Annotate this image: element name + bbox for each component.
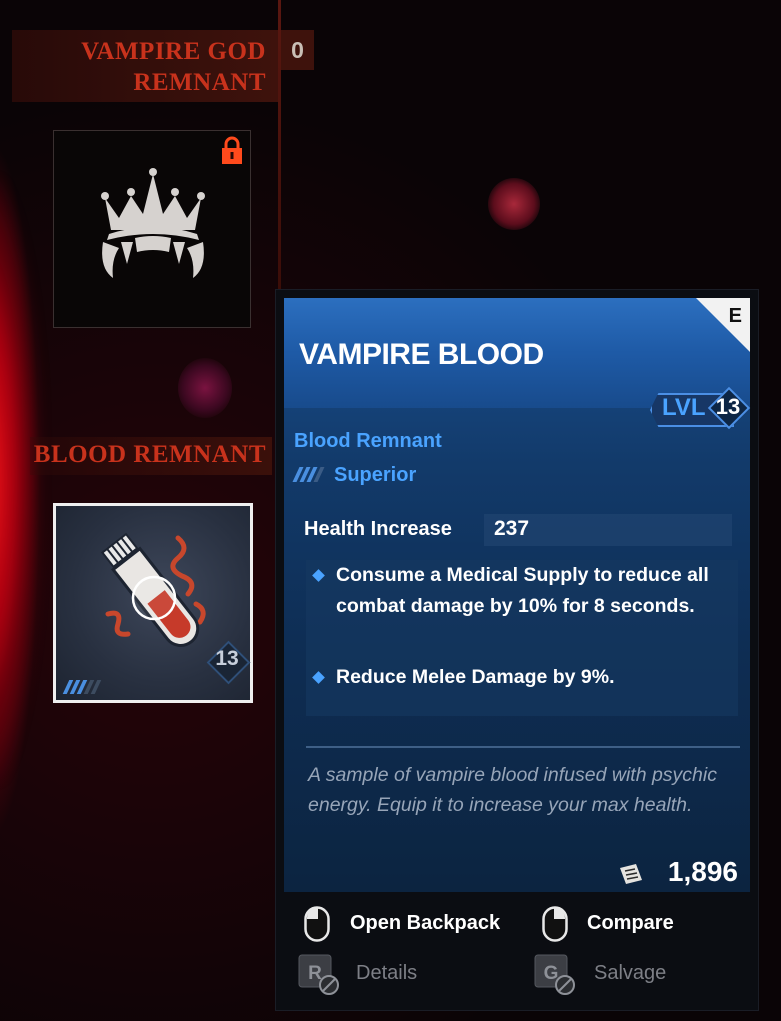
salvage-button[interactable]: Salvage — [594, 962, 666, 985]
blood-remnant-header: BLOOD REMNANT — [30, 437, 272, 475]
rarity-label: Superior — [334, 464, 417, 486]
item-name: VAMPIRE BLOOD — [299, 338, 544, 371]
slot-level-value: 13 — [215, 647, 239, 670]
details-button[interactable]: Details — [356, 962, 417, 985]
g-key-icon: G — [534, 954, 575, 995]
control-hints: Open Backpack Compare R Details G Salvag… — [284, 900, 754, 1010]
perk-list: Consume a Medical Supply to reduce all c… — [306, 560, 738, 716]
blood-remnant-slot[interactable]: 13 — [53, 503, 253, 703]
stat-row: Health Increase 237 — [296, 514, 732, 546]
perk-text: Reduce Melee Damage by 9%. — [336, 666, 615, 688]
item-category: Blood Remnant — [294, 430, 442, 452]
diamond-bullet-icon — [312, 671, 325, 684]
item-description: A sample of vampire blood infused with p… — [308, 764, 717, 816]
rarity-stripes-icon — [292, 464, 325, 487]
crown-fangs-icon — [101, 168, 205, 278]
diamond-bullet-icon — [312, 569, 325, 582]
blood-remnant-title: BLOOD REMNANT — [33, 441, 266, 468]
blood-glow-core — [0, 180, 40, 780]
compare-button[interactable]: Compare — [587, 912, 674, 935]
perk-text: Consume a Medical Supply to reduce all c… — [336, 564, 709, 617]
slot-level-badge: 13 — [206, 640, 251, 685]
item-rarity: Superior — [292, 464, 417, 487]
rarity-stripes-icon — [62, 680, 102, 699]
god-remnant-title: VAMPIRE GOD REMNANT — [81, 36, 266, 98]
stat-value: 237 — [494, 517, 530, 540]
god-remnant-count: 0 — [281, 30, 314, 70]
stat-label: Health Increase — [304, 518, 452, 540]
blood-vial-icon — [100, 532, 206, 647]
ambient-orb — [488, 178, 540, 230]
open-backpack-button[interactable]: Open Backpack — [350, 912, 500, 935]
price-value: 1,896 — [667, 856, 738, 887]
r-key-icon: R — [298, 954, 339, 995]
god-remnant-title-line2: REMNANT — [133, 69, 266, 96]
grade-badge: E — [696, 298, 750, 352]
item-level-badge: LVL 13 — [640, 386, 751, 430]
blood-remnant-slot-inner: 13 — [56, 506, 251, 700]
lock-icon — [222, 136, 242, 164]
scrap-currency-icon — [620, 864, 642, 884]
god-remnant-title-line1: VAMPIRE GOD — [81, 38, 266, 65]
ambient-orb — [178, 358, 232, 418]
item-price: 1,896 — [616, 856, 740, 890]
right-mouse-icon — [542, 906, 568, 942]
god-remnant-header: VAMPIRE GOD REMNANT — [12, 30, 278, 102]
level-value: 13 — [715, 394, 741, 419]
grade-letter: E — [729, 305, 742, 327]
divider — [306, 746, 740, 748]
level-label: LVL — [662, 394, 706, 421]
left-mouse-icon — [304, 906, 330, 942]
